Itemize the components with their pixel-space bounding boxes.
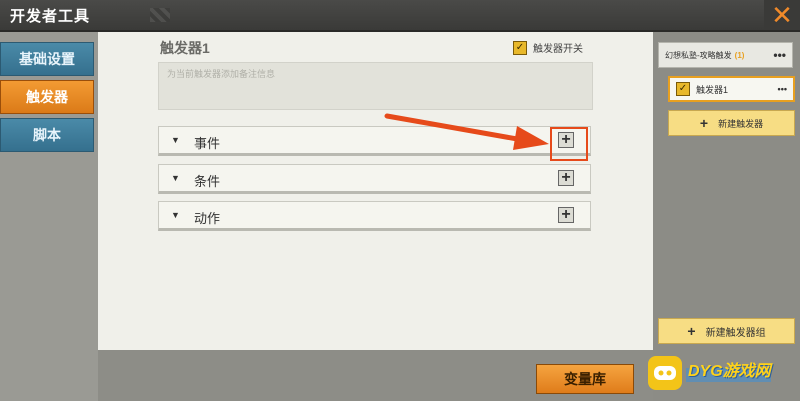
trigger-editor: 触发器1 ✓ 触发器开关 为当前触发器添加备注信息 ▼ 事件 + ▼ 条件 + … — [98, 32, 655, 350]
caret-down-icon: ▼ — [171, 135, 180, 145]
plus-icon: + — [687, 323, 696, 339]
window-title: 开发者工具 — [10, 8, 91, 25]
checkbox-checked-icon[interactable]: ✓ — [676, 82, 690, 96]
new-group-label: 新建触发器组 — [705, 327, 766, 339]
section-label: 条件 — [194, 174, 221, 189]
more-icon[interactable]: ••• — [778, 84, 787, 94]
checkbox-checked-icon[interactable]: ✓ — [513, 40, 527, 55]
plus-icon: + — [699, 115, 709, 131]
group-name: 幻想私塾-攻略触发 — [665, 50, 732, 60]
annotation-arrow-icon — [384, 113, 549, 150]
variable-library-button[interactable]: 变量库 — [536, 364, 634, 394]
sidebar-item-basic-settings[interactable]: 基础设置 — [0, 42, 94, 76]
watermark-logo-icon — [648, 356, 682, 390]
new-trigger-button[interactable]: + 新建触发器 — [668, 110, 795, 136]
close-button[interactable]: ✕ — [764, 0, 800, 30]
annotation-highlight-box — [550, 127, 588, 161]
more-icon[interactable]: ••• — [773, 48, 786, 62]
trigger-list-item[interactable]: ✓ 触发器1 ••• — [668, 76, 795, 102]
new-trigger-group-button[interactable]: + 新建触发器组 — [658, 318, 795, 344]
trigger-enable-label: 触发器开关 — [533, 44, 583, 55]
trigger-enable-toggle[interactable]: ✓ 触发器开关 — [513, 40, 583, 55]
trigger-list-panel: 幻想私塾-攻略触发 (1) ••• ✓ 触发器1 ••• + 新建触发器 + 新… — [653, 32, 800, 401]
trigger-item-label: 触发器1 — [696, 84, 729, 95]
caret-down-icon: ▼ — [171, 210, 180, 220]
section-label: 事件 — [194, 136, 221, 151]
add-action-button[interactable]: + — [558, 207, 574, 223]
trigger-group-header[interactable]: 幻想私塾-攻略触发 (1) ••• — [658, 42, 793, 68]
new-trigger-label: 新建触发器 — [718, 118, 764, 129]
title-decoration — [150, 8, 170, 22]
remark-input[interactable]: 为当前触发器添加备注信息 — [158, 62, 593, 110]
add-condition-button[interactable]: + — [558, 170, 574, 186]
sidebar-item-scripts[interactable]: 脚本 — [0, 118, 94, 152]
caret-down-icon: ▼ — [171, 173, 180, 183]
section-action[interactable]: ▼ 动作 + — [158, 201, 591, 231]
sidebar-item-triggers[interactable]: 触发器 — [0, 80, 94, 114]
bottom-bar: 变量库 — [98, 350, 653, 401]
section-condition[interactable]: ▼ 条件 + — [158, 164, 591, 194]
watermark-text: DYG游戏网 — [688, 363, 771, 380]
section-label: 动作 — [194, 211, 221, 226]
trigger-name[interactable]: 触发器1 — [160, 38, 210, 58]
group-count: (1) — [734, 50, 745, 60]
title-bar: 开发者工具 ✕ — [0, 0, 800, 32]
sidebar: 基础设置 触发器 脚本 — [0, 32, 98, 401]
